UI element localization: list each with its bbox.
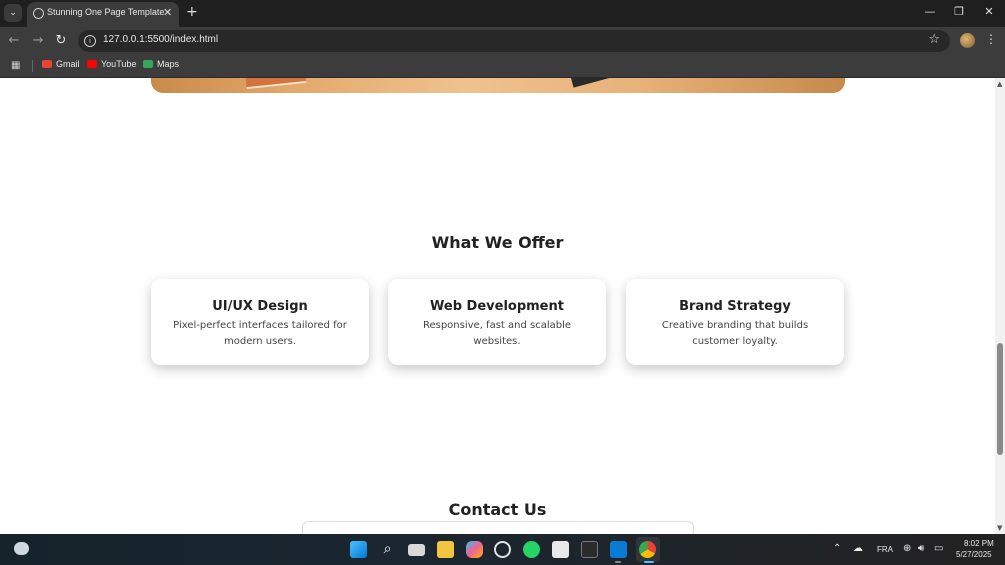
chatgpt-icon[interactable] [494, 541, 511, 558]
service-card: Brand Strategy Creative branding that bu… [626, 279, 844, 365]
bookmarks-bar: ▦ Gmail YouTube Maps [0, 55, 1005, 78]
site-info-icon[interactable]: i [84, 35, 96, 47]
weather-icon[interactable] [14, 542, 29, 555]
gmail-icon [42, 60, 52, 68]
language-indicator[interactable]: FRA [877, 545, 893, 554]
new-tab-icon[interactable]: + [186, 4, 198, 20]
globe-icon [33, 8, 44, 19]
card-description: Pixel-perfect interfaces tailored for mo… [173, 320, 347, 347]
hero-book-shape [245, 78, 307, 90]
onedrive-icon[interactable]: ☁ [853, 543, 863, 554]
card-title: UI/UX Design [212, 299, 308, 314]
close-window-icon[interactable]: ✕ [979, 5, 999, 18]
tab-search-chevron-icon[interactable]: ⌄ [4, 4, 22, 22]
close-tab-icon[interactable]: ✕ [163, 6, 172, 19]
restore-icon[interactable]: ❐ [949, 5, 969, 18]
card-title: Brand Strategy [679, 299, 791, 314]
bookmark-label: YouTube [101, 59, 137, 69]
back-icon[interactable]: ← [6, 33, 22, 48]
store-icon[interactable] [552, 541, 569, 558]
tab-title: Stunning One Page Template [47, 7, 165, 17]
page-scrollbar[interactable]: ▲ ▼ [995, 78, 1005, 534]
menu-dots-icon[interactable]: ⋮ [985, 32, 997, 46]
apps-grid-icon[interactable]: ▦ [11, 60, 22, 71]
browser-toolbar: ← → ↻ i 127.0.0.1:5500/index.html ☆ ⋮ [0, 27, 1005, 55]
youtube-icon [87, 60, 97, 68]
vscode-icon[interactable] [610, 541, 627, 558]
url-text[interactable]: 127.0.0.1:5500/index.html [103, 34, 218, 45]
volume-icon[interactable]: 🔊︎ [918, 543, 924, 554]
whatsapp-icon[interactable] [523, 541, 540, 558]
card-description: Creative branding that builds customer l… [661, 320, 809, 347]
copilot-icon[interactable] [466, 541, 483, 558]
scroll-down-icon[interactable]: ▼ [997, 524, 1002, 532]
active-indicator [644, 561, 654, 563]
maps-icon [143, 60, 153, 68]
bookmark-label: Gmail [56, 59, 80, 69]
card-description: Responsive, fast and scalable websites. [422, 320, 572, 347]
profile-avatar[interactable] [960, 33, 975, 48]
hero-device-shape [569, 78, 618, 88]
clock-time[interactable]: 8:02 PM [964, 539, 994, 548]
minimize-icon[interactable]: — [920, 5, 940, 18]
task-view-icon[interactable] [408, 544, 425, 556]
clock-date[interactable]: 5/27/2025 [956, 550, 992, 559]
bookmark-maps[interactable]: Maps [143, 59, 179, 69]
page-viewport: What We Offer UI/UX Design Pixel-perfect… [0, 78, 995, 534]
contact-form-input[interactable] [302, 521, 694, 534]
reload-icon[interactable]: ↻ [53, 33, 69, 48]
bookmark-label: Maps [157, 59, 180, 69]
chevron-up-icon[interactable]: ⌃ [833, 543, 841, 554]
bookmark-star-icon[interactable]: ☆ [928, 32, 940, 47]
file-explorer-icon[interactable] [437, 541, 454, 558]
service-card: UI/UX Design Pixel-perfect interfaces ta… [151, 279, 369, 365]
scroll-up-icon[interactable]: ▲ [997, 80, 1002, 88]
scrollbar-thumb[interactable] [997, 343, 1003, 455]
hero-image [151, 78, 845, 93]
contact-section-title: Contact Us [448, 500, 547, 519]
forward-icon[interactable]: → [30, 33, 46, 48]
battery-icon[interactable]: ▭ [934, 543, 943, 554]
windows-start-icon[interactable] [350, 541, 367, 558]
search-icon[interactable]: ⌕ [379, 541, 396, 558]
address-bar[interactable]: i 127.0.0.1:5500/index.html ☆ [78, 30, 950, 52]
card-title: Web Development [430, 299, 564, 314]
tab-active[interactable]: Stunning One Page Template ✕ [27, 2, 179, 27]
service-card: Web Development Responsive, fast and sca… [388, 279, 606, 365]
network-icon[interactable]: ⊕ [903, 543, 911, 554]
bookmark-gmail[interactable]: Gmail [42, 59, 80, 69]
bookmark-youtube[interactable]: YouTube [87, 59, 136, 69]
bookmark-separator [32, 60, 33, 72]
chrome-icon[interactable] [639, 541, 656, 558]
browser-titlebar: ⌄ Stunning One Page Template ✕ + — ❐ ✕ [0, 0, 1005, 27]
windows-taskbar: ⌕ ⌃ ☁ FRA ⊕ 🔊︎ ▭ 8:02 PM 5/27/2025 [0, 534, 1005, 565]
terminal-icon[interactable] [581, 541, 598, 558]
running-indicator [615, 561, 621, 563]
offer-section-title: What We Offer [431, 233, 564, 252]
